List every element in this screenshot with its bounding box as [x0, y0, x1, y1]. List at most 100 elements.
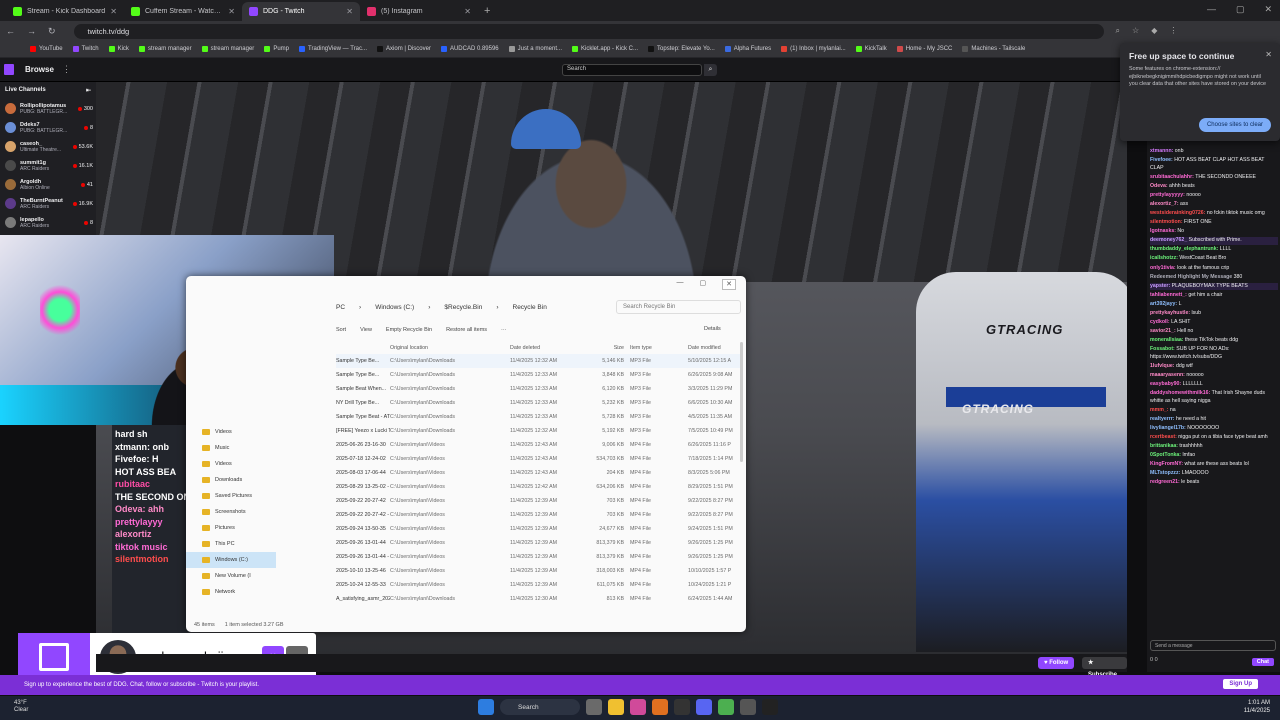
search-button[interactable]: ⌕ — [704, 64, 717, 76]
nav-item[interactable]: Videos — [186, 424, 276, 440]
close-tab-icon[interactable]: ✕ — [110, 7, 117, 16]
bookmark-item[interactable]: Home - My JSCC — [896, 46, 952, 52]
bookmark-item[interactable]: Machines - Tailscale — [962, 46, 1025, 52]
chat-username[interactable]: 1lufvlque: — [1150, 363, 1175, 369]
browser-tab[interactable]: DDG - Twitch ✕ — [242, 2, 360, 21]
table-row[interactable]: [FREE] Yeezo x Lucki Type Beat - Tal...C… — [336, 424, 741, 438]
scrollbar[interactable] — [740, 342, 743, 462]
nav-item[interactable]: Videos — [186, 456, 276, 472]
chat-username[interactable]: redgreen21: — [1150, 479, 1180, 485]
collapse-icon[interactable]: ⇤ — [86, 87, 91, 94]
close-tab-icon[interactable]: ✕ — [346, 7, 353, 16]
chat-username[interactable]: Igotnasks: — [1150, 228, 1176, 234]
reload-icon[interactable]: ↻ — [48, 26, 56, 37]
app-icon[interactable] — [652, 699, 668, 715]
chat-input[interactable]: Send a message — [1150, 640, 1276, 651]
chat-username[interactable]: srubitaachulahhr: — [1150, 174, 1194, 180]
bookmark-item[interactable]: Axiom | Discover — [377, 46, 431, 52]
taskbar-search[interactable]: Search — [500, 699, 580, 715]
table-row[interactable]: 2025-09-26 13-01-44 - CopyC:\Users\mylan… — [336, 550, 741, 564]
chat-username[interactable]: monerallsiaa: — [1150, 337, 1183, 343]
table-row[interactable]: 2025-07-18 12-24-02 C:\Users\mylani\Video… — [336, 452, 741, 466]
column-header[interactable]: Date modified — [688, 345, 741, 351]
nav-item[interactable]: Music — [186, 440, 276, 456]
chat-username[interactable]: Fivefoee: — [1150, 157, 1173, 163]
file-explorer-icon[interactable] — [608, 699, 624, 715]
details-button[interactable]: Details — [704, 326, 721, 332]
chat-username[interactable]: thumbdaddy_elephantrunk: — [1150, 246, 1218, 252]
chat-username[interactable]: icallshotzz: — [1150, 255, 1178, 261]
column-header[interactable]: Date deleted — [510, 345, 594, 351]
bookmark-item[interactable]: YouTube — [30, 46, 63, 52]
task-view-icon[interactable] — [586, 699, 602, 715]
bookmark-item[interactable]: Pump — [264, 46, 289, 52]
chat-username[interactable]: rcertbeast: — [1150, 434, 1177, 440]
sidebar-channel[interactable]: caseoh_ Ultimate Theatre... 53.6K — [0, 137, 96, 156]
settings-icon[interactable] — [740, 699, 756, 715]
toolbar-restore-button[interactable]: Restore all items — [446, 327, 487, 333]
explorer-search-input[interactable]: Search Recycle Bin — [616, 300, 741, 314]
bookmark-item[interactable]: AUDCAD 0.89596 — [440, 46, 499, 52]
chat-username[interactable]: prettykayhustle: — [1150, 310, 1190, 316]
sidebar-channel[interactable]: Rollipollipotamus PUBG: BATTLEGR... 300 — [0, 99, 96, 118]
music-app-icon[interactable] — [630, 699, 646, 715]
column-header[interactable]: Item type — [630, 345, 688, 351]
browser-tab[interactable]: Stream - Kick Dashboard ✕ — [6, 2, 124, 21]
chat-username[interactable]: realtyerrr: — [1150, 416, 1175, 422]
toolbar-more-button[interactable]: ··· — [501, 327, 507, 333]
chat-username[interactable]: westsiderainking0726: — [1150, 210, 1205, 216]
breadcrumb-item[interactable]: $Recycle.Bin — [444, 304, 482, 311]
chat-username[interactable]: tahliabennett_: — [1150, 292, 1187, 298]
table-row[interactable]: 2025-08-29 13-25-02 - CopyC:\Users\mylan… — [336, 480, 741, 494]
chat-username[interactable]: art392jayy: — [1150, 301, 1177, 307]
column-header[interactable]: Size — [594, 345, 630, 351]
windows-start-icon[interactable] — [478, 699, 494, 715]
browse-link[interactable]: Browse — [25, 65, 54, 74]
table-row[interactable]: 2025-08-03 17-06-44 C:\Users\mylani\Video… — [336, 466, 741, 480]
close-icon[interactable]: ✕ — [1264, 4, 1272, 15]
chrome-icon[interactable] — [718, 699, 734, 715]
bookmark-item[interactable]: Twitch — [72, 46, 99, 52]
search-input[interactable]: Search — [562, 64, 702, 76]
bookmark-item[interactable]: Topstep: Elevate Yo... — [648, 46, 715, 52]
new-tab-button[interactable]: + — [484, 5, 490, 17]
nav-item[interactable]: Screenshots — [186, 504, 276, 520]
table-row[interactable]: 2025-09-24 13-50-35 C:\Users\mylani\Video… — [336, 522, 741, 536]
column-header[interactable]: Original location — [390, 345, 510, 351]
close-icon[interactable]: ✕ — [722, 279, 736, 290]
chat-username[interactable]: daddyshomewithmilk16: — [1150, 390, 1210, 396]
bookmark-item[interactable]: Kicklet.app - Kick C... — [572, 46, 638, 52]
bookmark-item[interactable]: Just a moment... — [508, 46, 562, 52]
browser-tab[interactable]: Cuffem Stream - Watch Live on Kick ✕ — [124, 2, 242, 21]
maximize-icon[interactable]: ▢ — [1236, 4, 1245, 15]
bookmark-item[interactable]: KickTalk — [855, 46, 887, 52]
table-row[interactable]: NY Drill Type Be... C:\Users\mylani\Downl… — [336, 396, 741, 410]
chat-username[interactable]: livyliangel17b: — [1150, 425, 1186, 431]
table-row[interactable]: 2025-06-26 23-16-30 C:\Users\mylani\Video… — [336, 438, 741, 452]
nav-item[interactable]: Windows (C:) — [186, 552, 276, 568]
table-row[interactable]: Sample Type Be... C:\Users\mylani\Downloa… — [336, 368, 741, 382]
table-row[interactable]: 2025-09-22 20-27-42 C:\Users\mylani\Video… — [336, 494, 741, 508]
chat-username[interactable]: savior21_: — [1150, 328, 1176, 334]
sidebar-channel[interactable]: lepapello ARC Raiders 8 — [0, 213, 96, 232]
chat-username[interactable]: mmm_: — [1150, 407, 1168, 413]
search-icon[interactable]: ⌕ — [1116, 26, 1120, 36]
follow-button[interactable]: ♥ Follow — [1038, 657, 1075, 669]
nav-item[interactable]: This PC — [186, 536, 276, 552]
system-clock[interactable]: 1:01 AM 11/4/2025 — [1244, 699, 1270, 715]
table-row[interactable]: A_satisfying_asmr_202506240137_f...C:\Us… — [336, 592, 741, 606]
chat-username[interactable]: xtmannn: — [1150, 148, 1173, 154]
github-icon[interactable] — [674, 699, 690, 715]
chat-send-button[interactable]: Chat — [1251, 658, 1274, 666]
forward-icon[interactable]: → — [27, 26, 36, 36]
chat-username[interactable]: KingFromNY: — [1150, 461, 1183, 467]
breadcrumb-item[interactable]: Recycle Bin — [513, 304, 547, 311]
channel-points[interactable]: 0 0 — [1150, 657, 1158, 663]
close-tab-icon[interactable]: ✕ — [228, 7, 235, 16]
chat-username[interactable]: MLTstopzzz: — [1150, 470, 1180, 476]
table-row[interactable]: 2025-10-24 12-55-33 C:\Users\mylani\Video… — [336, 578, 741, 592]
table-row[interactable]: 2025-09-22 20-27-42 - CopyC:\Users\mylan… — [336, 508, 741, 522]
discord-icon[interactable] — [696, 699, 712, 715]
bookmark-item[interactable]: stream manager — [201, 46, 254, 52]
chat-username[interactable]: deemoney762_ — [1150, 237, 1187, 243]
